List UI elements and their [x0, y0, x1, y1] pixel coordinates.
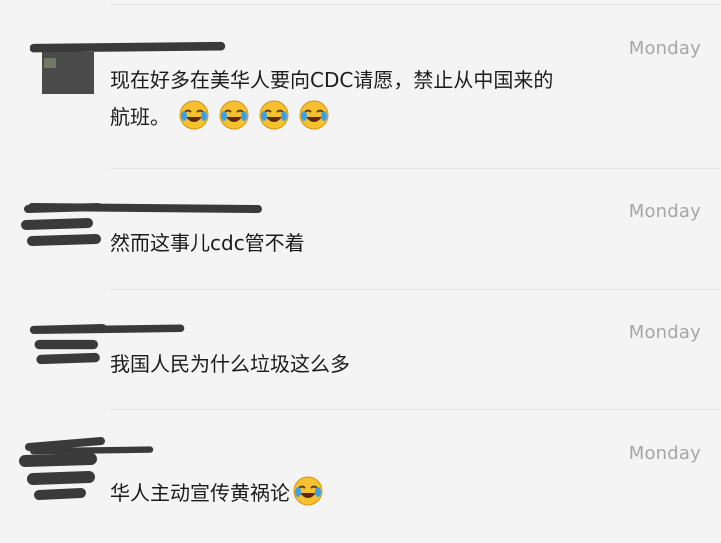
face-with-tears-of-joy-icon: [258, 99, 290, 131]
face-with-tears-of-joy-icon: [292, 475, 324, 507]
comment-text: 我国人民为什么垃圾这么多: [110, 352, 350, 376]
timestamp: Monday: [628, 322, 701, 343]
divider: [110, 289, 721, 290]
username-redacted: [30, 324, 185, 334]
comments-list: Monday 现在好多在美华人要向CDC请愿，禁止从中国来的 航班。 Monda…: [0, 0, 721, 543]
divider: [110, 4, 721, 5]
timestamp: Monday: [628, 443, 701, 464]
username-redacted: [30, 41, 226, 53]
comment-text-line: 航班。: [110, 99, 610, 136]
face-with-tears-of-joy-icon: [298, 99, 330, 131]
comment-text-line: 现在好多在美华人要向CDC请愿，禁止从中国来的: [110, 68, 554, 92]
comment-text-body: 华人主动宣传黄祸论: [110, 481, 290, 505]
username-redacted: [28, 203, 262, 213]
comment-text-line-2: 航班。: [110, 105, 170, 129]
comment-text: 然而这事儿cdc管不着: [110, 231, 305, 255]
comment-text: 华人主动宣传黄祸论: [110, 475, 610, 512]
divider: [110, 168, 721, 169]
face-with-tears-of-joy-icon: [178, 99, 210, 131]
face-with-tears-of-joy-icon: [218, 99, 250, 131]
timestamp: Monday: [628, 201, 701, 222]
comment-text: 现在好多在美华人要向CDC请愿，禁止从中国来的 航班。: [110, 62, 610, 136]
divider: [110, 409, 721, 410]
timestamp: Monday: [628, 38, 701, 59]
username-redacted: [30, 446, 154, 455]
